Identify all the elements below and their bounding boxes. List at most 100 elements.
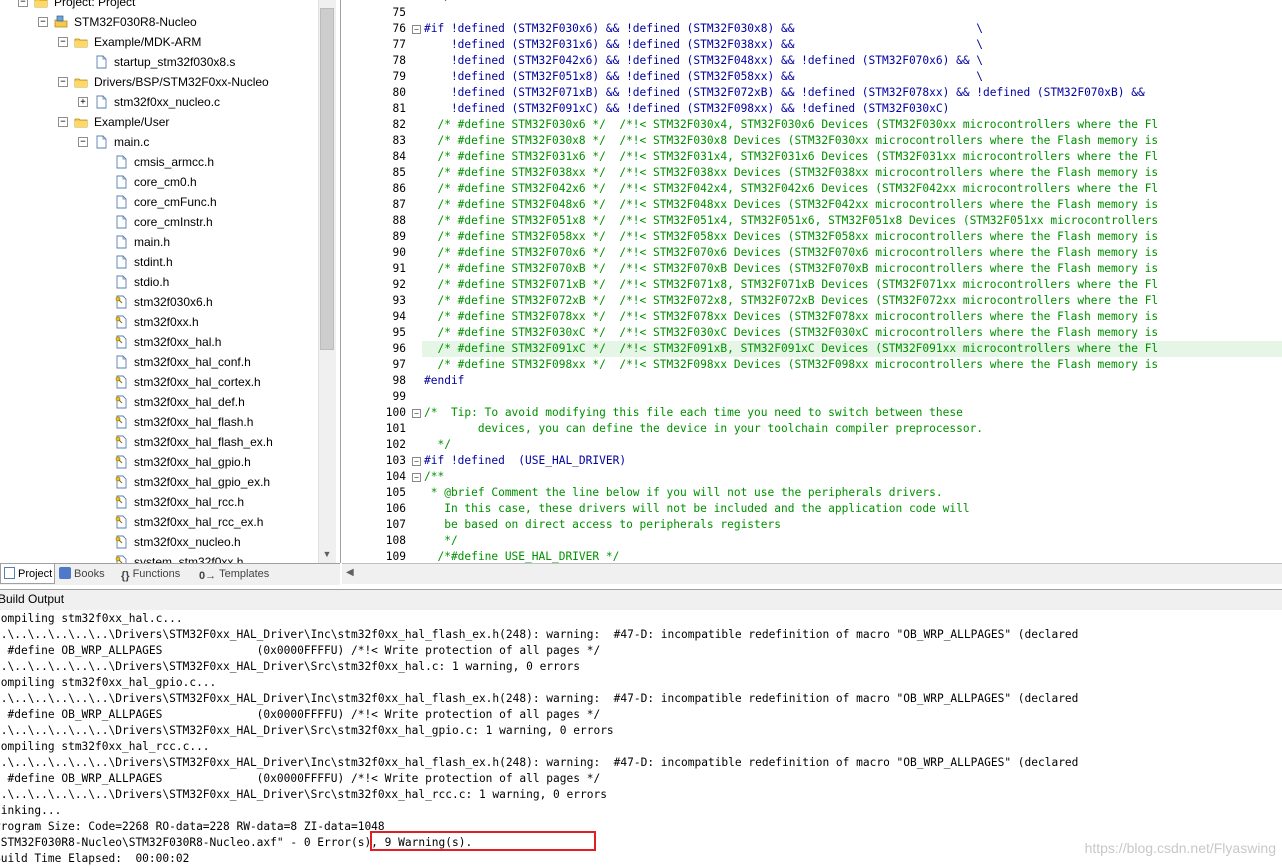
tree-item-label: system_stm32f0xx.h — [134, 555, 244, 563]
code-text: be based on direct access to peripherals… — [424, 518, 781, 531]
code-line: 85 /* #define STM32F038xx */ /*!< STM32F… — [342, 165, 1282, 181]
build-output-title: Build Output — [0, 592, 65, 606]
tree-scrollbar[interactable]: ▼ — [318, 0, 336, 563]
tree-item[interactable]: − Example/User — [0, 112, 318, 132]
line-number: 89 — [392, 230, 406, 243]
tree-scrollbar-thumb[interactable] — [320, 8, 334, 350]
tree-item-label: stm32f0xx_nucleo.h — [134, 535, 241, 549]
header-file-icon — [114, 435, 128, 449]
header-file-icon — [114, 395, 128, 409]
tree-item[interactable]: cmsis_armcc.h — [0, 152, 318, 172]
editor-horizontal-scrollbar[interactable]: ◀ — [342, 563, 1282, 584]
code-text: /* #define STM32F051x8 */ /*!< STM32F051… — [424, 214, 1159, 227]
tree-item[interactable]: stm32f0xx.h — [0, 312, 318, 332]
code-text: #if !defined (STM32F030x6) && !defined (… — [424, 22, 984, 35]
build-output-line: Program Size: Code=2268 RO-data=228 RW-d… — [0, 820, 385, 833]
code-text: /* #define STM32F070x6 */ /*!< STM32F070… — [424, 246, 1159, 259]
folder-icon — [74, 35, 88, 49]
tree-item[interactable]: + stm32f0xx_nucleo.c — [0, 92, 318, 112]
target-icon — [54, 15, 68, 29]
tree-item[interactable]: − Example/MDK-ARM — [0, 32, 318, 52]
tab-functions[interactable]: {} Functions — [118, 564, 196, 584]
build-output-line: #define OB_WRP_ALLPAGES (0x0000FFFFU) /*… — [0, 644, 601, 657]
tree-item[interactable]: system_stm32f0xx.h — [0, 552, 318, 563]
line-number: 83 — [392, 134, 406, 147]
tree-item[interactable]: − STM32F030R8-Nucleo — [0, 12, 318, 32]
collapse-icon[interactable]: − — [58, 77, 68, 87]
code-text: devices, you can define the device in yo… — [424, 422, 984, 435]
tree-item[interactable]: stm32f0xx_nucleo.h — [0, 532, 318, 552]
line-number: 108 — [385, 534, 406, 547]
tree-item[interactable]: stm32f0xx_hal_def.h — [0, 392, 318, 412]
tab-books[interactable]: Books — [56, 564, 118, 584]
code-line: 82 /* #define STM32F030x6 */ /*!< STM32F… — [342, 117, 1282, 133]
build-output-line: ..\..\..\..\..\..\Drivers\STM32F0xx_HAL_… — [0, 724, 614, 737]
tree-item-label: stm32f0xx_hal_gpio_ex.h — [134, 475, 271, 489]
build-output-line: compiling stm32f0xx_hal_rcc.c... — [0, 740, 210, 753]
expand-icon[interactable]: + — [78, 97, 88, 107]
tree-item-label: stm32f0xx.h — [134, 315, 199, 329]
tree-item[interactable]: main.h — [0, 232, 318, 252]
code-line: 109 /*#define USE_HAL_DRIVER */ — [342, 549, 1282, 563]
tree-item[interactable]: core_cmFunc.h — [0, 192, 318, 212]
code-line: 79 !defined (STM32F051x8) && !defined (S… — [342, 69, 1282, 85]
tree-item[interactable]: − main.c — [0, 132, 318, 152]
tree-item[interactable]: − Project: Project — [0, 0, 318, 12]
collapse-icon[interactable]: − — [38, 17, 48, 27]
tree-item[interactable]: stm32f0xx_hal_rcc_ex.h — [0, 512, 318, 532]
header-file-icon — [114, 235, 128, 249]
scroll-down-arrow-icon[interactable]: ▼ — [320, 547, 334, 561]
collapse-icon[interactable]: − — [78, 137, 88, 147]
tree-item[interactable]: stm32f0xx_hal_gpio_ex.h — [0, 472, 318, 492]
code-text: /* #define STM32F072xB */ /*!< STM32F072… — [424, 294, 1159, 307]
tab-templates[interactable]: 0→ Templates — [196, 564, 276, 584]
collapse-icon[interactable]: − — [18, 0, 28, 7]
scroll-left-arrow-icon[interactable]: ◀ — [346, 567, 354, 578]
code-text: !defined (STM32F071xB) && !defined (STM3… — [424, 86, 1145, 99]
fold-collapse-icon[interactable]: − — [412, 473, 421, 482]
line-number: 102 — [385, 438, 406, 451]
tree-item[interactable]: stm32f0xx_hal_flash.h — [0, 412, 318, 432]
build-output-panel[interactable]: compiling stm32f0xx_hal.c... ..\..\..\..\… — [0, 610, 1282, 866]
collapse-icon[interactable]: − — [58, 117, 68, 127]
tree-item[interactable]: core_cmInstr.h — [0, 212, 318, 232]
collapse-icon[interactable]: − — [58, 37, 68, 47]
fold-collapse-icon[interactable]: − — [412, 409, 421, 418]
code-line: 88 /* #define STM32F051x8 */ /*!< STM32F… — [342, 213, 1282, 229]
tree-item[interactable]: stm32f0xx_hal_flash_ex.h — [0, 432, 318, 452]
code-line: 92 /* #define STM32F071xB */ /*!< STM32F… — [342, 277, 1282, 293]
tree-item-label: main.c — [114, 135, 150, 149]
line-number: 96 — [392, 342, 406, 355]
tree-item[interactable]: core_cm0.h — [0, 172, 318, 192]
header-file-icon — [114, 355, 128, 369]
tree-item[interactable]: startup_stm32f030x8.s — [0, 52, 318, 72]
tab-project[interactable]: Project — [0, 564, 55, 584]
line-number: 99 — [392, 390, 406, 403]
tree-item[interactable]: stm32f0xx_hal_conf.h — [0, 352, 318, 372]
fold-collapse-icon[interactable]: − — [412, 25, 421, 34]
tree-item[interactable]: stdio.h — [0, 272, 318, 292]
line-number: 100 — [385, 406, 406, 419]
tree-item[interactable]: stm32f0xx_hal_gpio.h — [0, 452, 318, 472]
build-output-line: Build Time Elapsed: 00:00:02 — [0, 852, 190, 865]
code-line: 107 be based on direct access to periphe… — [342, 517, 1282, 533]
tree-item[interactable]: stm32f0xx_hal_rcc.h — [0, 492, 318, 512]
tree-item[interactable]: stdint.h — [0, 252, 318, 272]
code-editor[interactable]: 74 */7576−#if !defined (STM32F030x6) && … — [342, 0, 1282, 563]
line-number: 107 — [385, 518, 406, 531]
code-text: !defined (STM32F042x6) && !defined (STM3… — [424, 54, 984, 67]
header-file-icon — [114, 475, 128, 489]
tree-item[interactable]: stm32f0xx_hal.h — [0, 332, 318, 352]
code-line: 102 */ — [342, 437, 1282, 453]
code-text: #endif — [424, 374, 465, 387]
tree-item[interactable]: stm32f030x6.h — [0, 292, 318, 312]
code-line: 84 /* #define STM32F031x6 */ /*!< STM32F… — [342, 149, 1282, 165]
build-output-line: #define OB_WRP_ALLPAGES (0x0000FFFFU) /*… — [0, 708, 601, 721]
line-number: 106 — [385, 502, 406, 515]
tree-item-label: Example/User — [94, 115, 170, 129]
line-number: 81 — [392, 102, 406, 115]
fold-collapse-icon[interactable]: − — [412, 457, 421, 466]
tree-item[interactable]: − Drivers/BSP/STM32F0xx-Nucleo — [0, 72, 318, 92]
tree-item[interactable]: stm32f0xx_hal_cortex.h — [0, 372, 318, 392]
tree-item-label: stm32f0xx_nucleo.c — [114, 95, 221, 109]
